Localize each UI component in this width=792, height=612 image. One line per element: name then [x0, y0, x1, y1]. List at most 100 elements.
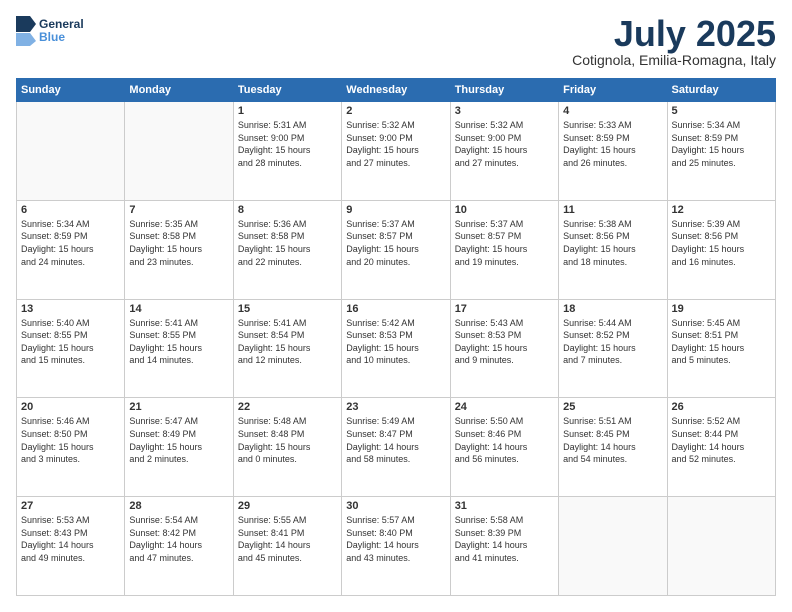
day-number: 26 — [672, 401, 771, 413]
day-info: Sunrise: 5:54 AM Sunset: 8:42 PM Dayligh… — [129, 514, 228, 564]
day-number: 16 — [346, 303, 445, 315]
table-row: 19 Sunrise: 5:45 AM Sunset: 8:51 PM Dayli… — [667, 299, 775, 398]
table-row — [667, 497, 775, 596]
table-row: 6Sunrise: 5:34 AM Sunset: 8:59 PM Daylig… — [17, 200, 125, 299]
day-number: 17 — [455, 303, 554, 315]
table-row: 14 Sunrise: 5:41 AM Sunset: 8:55 PM Dayli… — [125, 299, 233, 398]
day-info: Sunrise: 5:51 AM Sunset: 8:45 PM Dayligh… — [563, 415, 662, 465]
col-thursday: Thursday — [450, 79, 558, 102]
day-number: 27 — [21, 500, 120, 512]
table-row — [17, 102, 125, 201]
col-tuesday: Tuesday — [233, 79, 341, 102]
day-number: 11 — [563, 204, 662, 216]
day-number: 19 — [672, 303, 771, 315]
day-info: Sunrise: 5:47 AM Sunset: 8:49 PM Dayligh… — [129, 415, 228, 465]
day-number: 25 — [563, 401, 662, 413]
day-info: Sunrise: 5:53 AM Sunset: 8:43 PM Dayligh… — [21, 514, 120, 564]
day-info: Sunrise: 5:50 AM Sunset: 8:46 PM Dayligh… — [455, 415, 554, 465]
day-info: Sunrise: 5:41 AM Sunset: 8:54 PM Dayligh… — [238, 317, 337, 367]
table-row: 24 Sunrise: 5:50 AM Sunset: 8:46 PM Dayli… — [450, 398, 558, 497]
month-title: July 2025 — [572, 16, 776, 52]
day-number: 20 — [21, 401, 120, 413]
day-info: Sunrise: 5:31 AM Sunset: 9:00 PM Dayligh… — [238, 119, 337, 169]
day-number: 7 — [129, 204, 228, 216]
day-number: 21 — [129, 401, 228, 413]
day-info: Sunrise: 5:48 AM Sunset: 8:48 PM Dayligh… — [238, 415, 337, 465]
col-saturday: Saturday — [667, 79, 775, 102]
table-row: 17Sunrise: 5:43 AM Sunset: 8:53 PM Dayli… — [450, 299, 558, 398]
calendar-week-4: 20 Sunrise: 5:46 AM Sunset: 8:50 PM Dayli… — [17, 398, 776, 497]
table-row: 15Sunrise: 5:41 AM Sunset: 8:54 PM Dayli… — [233, 299, 341, 398]
day-number: 10 — [455, 204, 554, 216]
day-number: 4 — [563, 105, 662, 117]
table-row: 5Sunrise: 5:34 AM Sunset: 8:59 PM Daylig… — [667, 102, 775, 201]
day-info: Sunrise: 5:37 AM Sunset: 8:57 PM Dayligh… — [455, 218, 554, 268]
table-row: 26Sunrise: 5:52 AM Sunset: 8:44 PM Dayli… — [667, 398, 775, 497]
col-wednesday: Wednesday — [342, 79, 450, 102]
day-number: 14 — [129, 303, 228, 315]
table-row: 31Sunrise: 5:58 AM Sunset: 8:39 PM Dayli… — [450, 497, 558, 596]
day-number: 13 — [21, 303, 120, 315]
logo-shape-icon — [16, 16, 36, 46]
table-row: 8 Sunrise: 5:36 AM Sunset: 8:58 PM Daylig… — [233, 200, 341, 299]
day-info: Sunrise: 5:34 AM Sunset: 8:59 PM Dayligh… — [672, 119, 771, 169]
day-number: 18 — [563, 303, 662, 315]
day-number: 3 — [455, 105, 554, 117]
table-row: 4Sunrise: 5:33 AM Sunset: 8:59 PM Daylig… — [559, 102, 667, 201]
day-info: Sunrise: 5:35 AM Sunset: 8:58 PM Dayligh… — [129, 218, 228, 268]
day-info: Sunrise: 5:32 AM Sunset: 9:00 PM Dayligh… — [346, 119, 445, 169]
day-number: 9 — [346, 204, 445, 216]
table-row: 18 Sunrise: 5:44 AM Sunset: 8:52 PM Dayli… — [559, 299, 667, 398]
calendar-week-1: 1 Sunrise: 5:31 AM Sunset: 9:00 PM Daylig… — [17, 102, 776, 201]
day-info: Sunrise: 5:37 AM Sunset: 8:57 PM Dayligh… — [346, 218, 445, 268]
calendar-table: Sunday Monday Tuesday Wednesday Thursday… — [16, 78, 776, 596]
table-row: 21 Sunrise: 5:47 AM Sunset: 8:49 PM Dayli… — [125, 398, 233, 497]
day-number: 31 — [455, 500, 554, 512]
table-row — [125, 102, 233, 201]
header: General Blue July 2025 Cotignola, Emilia… — [16, 16, 776, 68]
col-monday: Monday — [125, 79, 233, 102]
table-row: 3 Sunrise: 5:32 AM Sunset: 9:00 PM Daylig… — [450, 102, 558, 201]
day-number: 1 — [238, 105, 337, 117]
day-info: Sunrise: 5:45 AM Sunset: 8:51 PM Dayligh… — [672, 317, 771, 367]
day-number: 29 — [238, 500, 337, 512]
day-number: 24 — [455, 401, 554, 413]
day-info: Sunrise: 5:38 AM Sunset: 8:56 PM Dayligh… — [563, 218, 662, 268]
day-info: Sunrise: 5:42 AM Sunset: 8:53 PM Dayligh… — [346, 317, 445, 367]
table-row: 9 Sunrise: 5:37 AM Sunset: 8:57 PM Daylig… — [342, 200, 450, 299]
day-info: Sunrise: 5:44 AM Sunset: 8:52 PM Dayligh… — [563, 317, 662, 367]
day-info: Sunrise: 5:55 AM Sunset: 8:41 PM Dayligh… — [238, 514, 337, 564]
day-number: 2 — [346, 105, 445, 117]
day-info: Sunrise: 5:36 AM Sunset: 8:58 PM Dayligh… — [238, 218, 337, 268]
day-info: Sunrise: 5:46 AM Sunset: 8:50 PM Dayligh… — [21, 415, 120, 465]
day-info: Sunrise: 5:57 AM Sunset: 8:40 PM Dayligh… — [346, 514, 445, 564]
table-row: 2 Sunrise: 5:32 AM Sunset: 9:00 PM Daylig… — [342, 102, 450, 201]
calendar-week-5: 27 Sunrise: 5:53 AM Sunset: 8:43 PM Dayli… — [17, 497, 776, 596]
day-info: Sunrise: 5:41 AM Sunset: 8:55 PM Dayligh… — [129, 317, 228, 367]
table-row: 27 Sunrise: 5:53 AM Sunset: 8:43 PM Dayli… — [17, 497, 125, 596]
header-row: Sunday Monday Tuesday Wednesday Thursday… — [17, 79, 776, 102]
table-row: 23Sunrise: 5:49 AM Sunset: 8:47 PM Dayli… — [342, 398, 450, 497]
title-section: July 2025 Cotignola, Emilia-Romagna, Ita… — [572, 16, 776, 68]
day-number: 6 — [21, 204, 120, 216]
table-row: 30 Sunrise: 5:57 AM Sunset: 8:40 PM Dayli… — [342, 497, 450, 596]
day-number: 28 — [129, 500, 228, 512]
table-row: 20 Sunrise: 5:46 AM Sunset: 8:50 PM Dayli… — [17, 398, 125, 497]
logo-graphic: General Blue — [16, 16, 84, 46]
calendar-page: General Blue July 2025 Cotignola, Emilia… — [0, 0, 792, 612]
calendar-week-3: 13Sunrise: 5:40 AM Sunset: 8:55 PM Dayli… — [17, 299, 776, 398]
location-subtitle: Cotignola, Emilia-Romagna, Italy — [572, 52, 776, 68]
table-row: 16 Sunrise: 5:42 AM Sunset: 8:53 PM Dayli… — [342, 299, 450, 398]
day-number: 8 — [238, 204, 337, 216]
col-sunday: Sunday — [17, 79, 125, 102]
table-row: 1 Sunrise: 5:31 AM Sunset: 9:00 PM Daylig… — [233, 102, 341, 201]
table-row — [559, 497, 667, 596]
table-row: 13Sunrise: 5:40 AM Sunset: 8:55 PM Dayli… — [17, 299, 125, 398]
table-row: 7 Sunrise: 5:35 AM Sunset: 8:58 PM Daylig… — [125, 200, 233, 299]
day-number: 30 — [346, 500, 445, 512]
day-info: Sunrise: 5:39 AM Sunset: 8:56 PM Dayligh… — [672, 218, 771, 268]
day-number: 22 — [238, 401, 337, 413]
day-info: Sunrise: 5:49 AM Sunset: 8:47 PM Dayligh… — [346, 415, 445, 465]
calendar-week-2: 6Sunrise: 5:34 AM Sunset: 8:59 PM Daylig… — [17, 200, 776, 299]
day-info: Sunrise: 5:32 AM Sunset: 9:00 PM Dayligh… — [455, 119, 554, 169]
